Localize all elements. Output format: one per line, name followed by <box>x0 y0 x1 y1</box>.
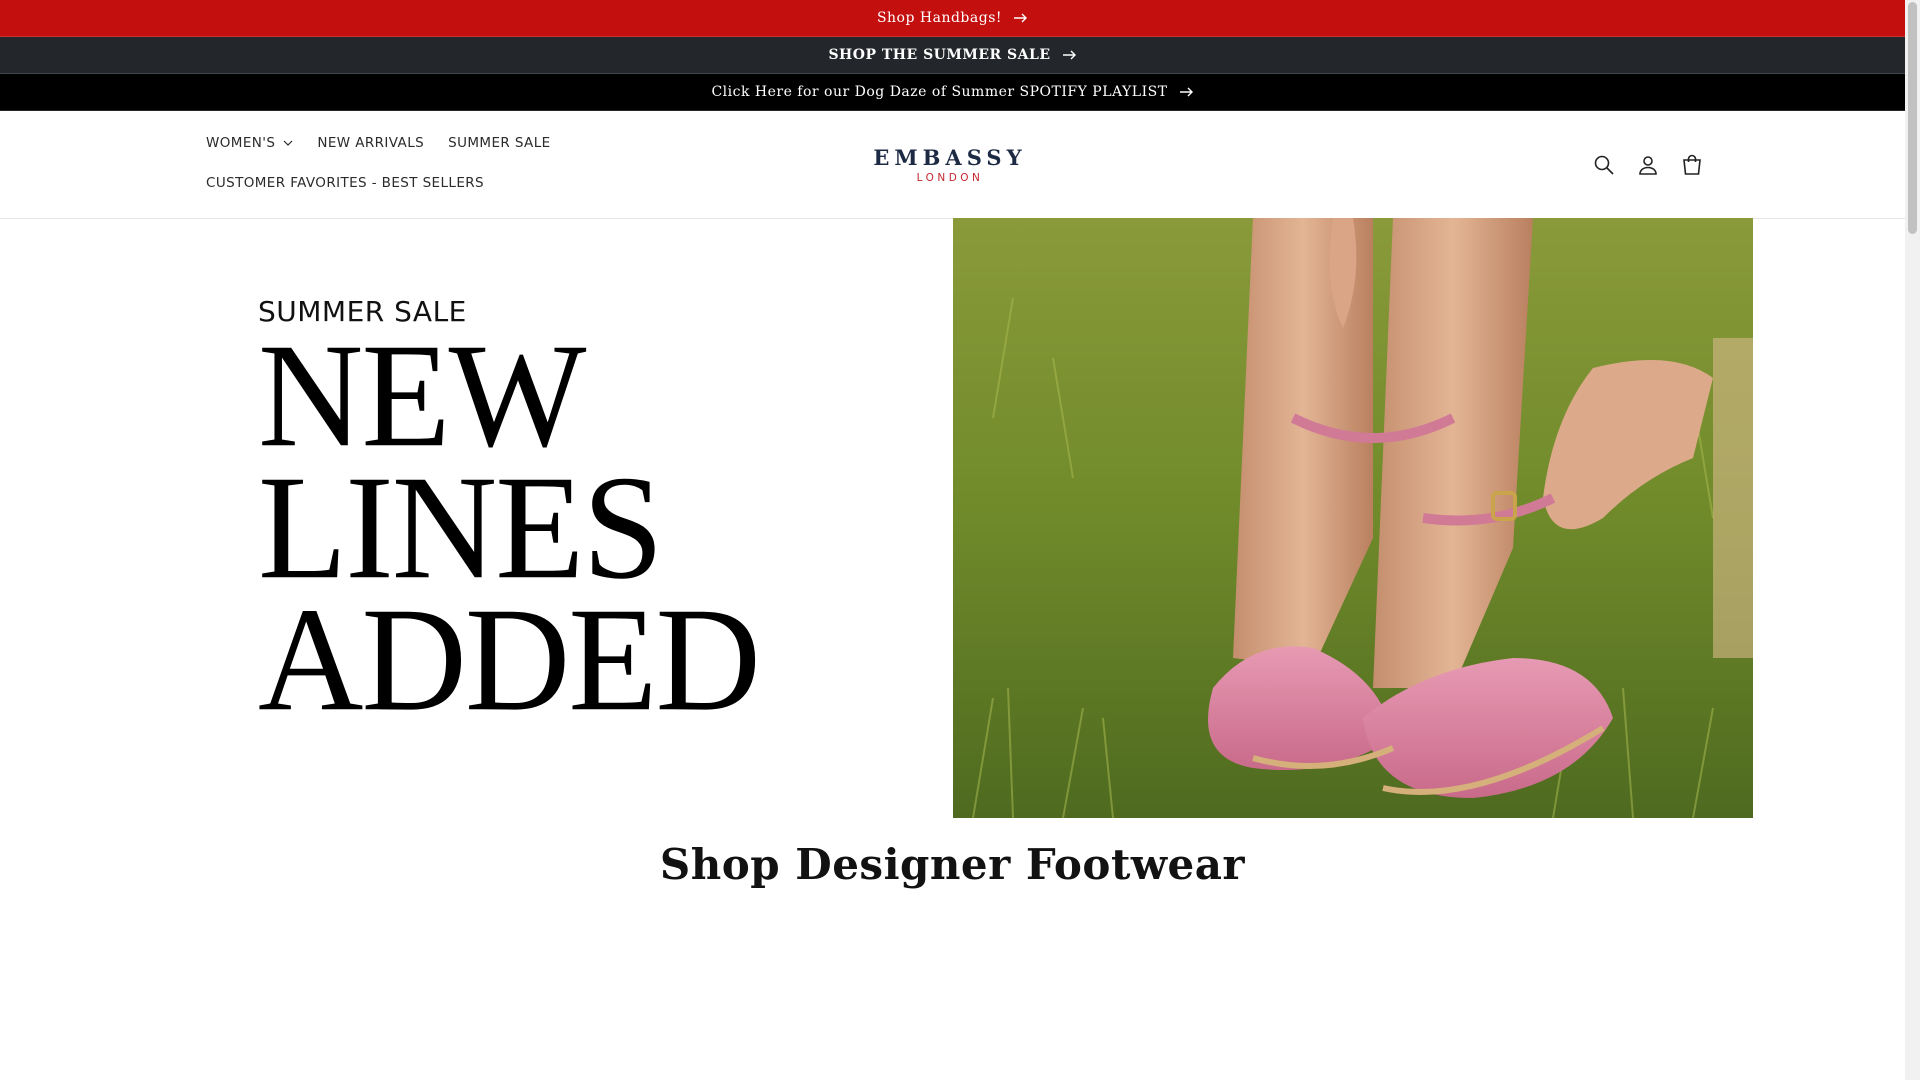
announcement-bar-spotify-playlist[interactable]: Click Here for our Dog Daze of Summer SP… <box>0 74 1905 111</box>
account-icon[interactable] <box>1634 151 1662 179</box>
page-scrollbar[interactable] <box>1905 0 1920 1080</box>
logo-wordmark: EMBASSY <box>873 145 1027 170</box>
nav-item-customer-favorites[interactable]: CUSTOMER FAVORITES - BEST SELLERS <box>206 175 484 191</box>
pink-shoes-on-grass-photo <box>953 218 1753 818</box>
chevron-down-icon <box>283 140 293 146</box>
hero-headline-line: NEW <box>258 312 586 478</box>
site-header: WOMEN'S NEW ARRIVALS SUMMER SALE CUSTOME… <box>0 111 1905 219</box>
arrow-right-icon <box>1014 13 1028 23</box>
nav-item-label: NEW ARRIVALS <box>317 135 425 151</box>
embassy-london-logo[interactable]: EMBASSY LONDON <box>868 145 1032 185</box>
arrow-right-icon <box>1179 87 1194 97</box>
nav-item-label: CUSTOMER FAVORITES - BEST SELLERS <box>206 175 484 191</box>
nav-item-new-arrivals[interactable]: NEW ARRIVALS <box>317 135 424 151</box>
hero-headline-line: LINES <box>258 444 664 610</box>
scrollbar-thumb[interactable] <box>1908 2 1917 234</box>
announcement-text: SHOP THE SUMMER SALE <box>828 47 1051 63</box>
hero-banner[interactable]: SUMMER SALE NEW LINES ADDED <box>0 218 1905 818</box>
nav-item-label: WOMEN'S <box>206 135 276 151</box>
announcement-bar-summer-sale[interactable]: SHOP THE SUMMER SALE <box>0 37 1905 74</box>
announcement-bar-handbags[interactable]: Shop Handbags! <box>0 0 1905 37</box>
search-icon[interactable] <box>1590 151 1618 179</box>
header-icons <box>1590 151 1722 179</box>
arrow-right-icon <box>1062 50 1077 60</box>
nav-item-summer-sale[interactable]: SUMMER SALE <box>448 135 550 151</box>
nav-item-womens[interactable]: WOMEN'S <box>206 135 293 151</box>
announcement-text: Click Here for our Dog Daze of Summer SP… <box>711 84 1168 100</box>
main-nav: WOMEN'S NEW ARRIVALS SUMMER SALE CUSTOME… <box>206 123 606 203</box>
page: Shop Handbags! SHOP THE SUMMER SALE Clic… <box>0 0 1905 1080</box>
hero-text: SUMMER SALE NEW LINES ADDED <box>258 296 761 742</box>
logo-subtitle: LONDON <box>916 172 984 184</box>
announcement-text: Shop Handbags! <box>876 10 1003 26</box>
section-title: Shop Designer Footwear <box>659 840 1246 889</box>
nav-item-label: SUMMER SALE <box>448 135 551 151</box>
hero-headline-line: ADDED <box>258 576 761 742</box>
cart-icon[interactable] <box>1678 151 1706 179</box>
